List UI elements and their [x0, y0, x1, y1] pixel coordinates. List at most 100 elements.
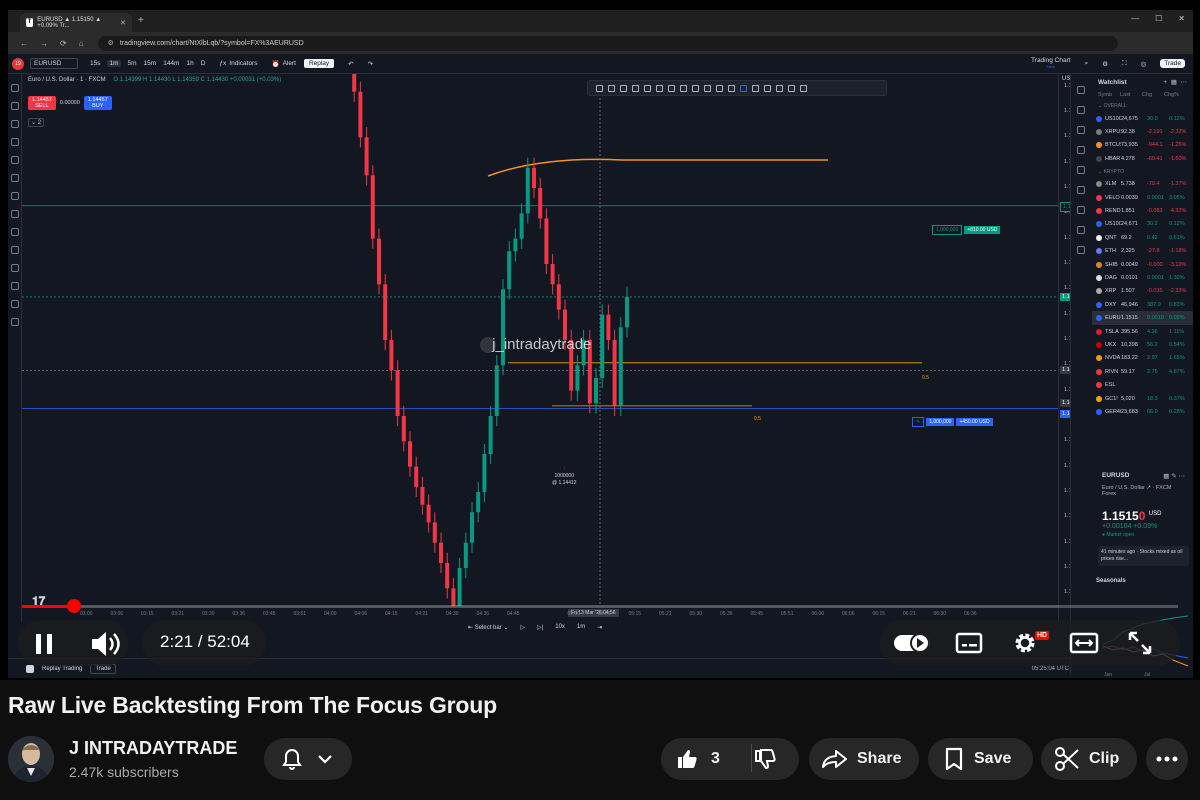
time-tick: 05:45: [750, 611, 764, 617]
time-tick: 04:30: [446, 611, 459, 617]
watchlist-last: 69.2: [1121, 234, 1132, 241]
candle-body: [501, 289, 505, 366]
watchlist-last: 46,946: [1121, 301, 1138, 308]
interval-1h: 1h: [186, 60, 194, 67]
chevron-down-icon: [318, 755, 332, 764]
watchlist-sym: UKX: [1105, 341, 1117, 348]
progress-bar[interactable]: [22, 605, 1178, 608]
watchlist-row: RIVN 59.17 2.75 4.87%: [1092, 365, 1193, 378]
candle-body: [507, 251, 512, 290]
symbol-logo-icon: [1096, 181, 1102, 188]
detail-price: 1.15150 USD: [1092, 509, 1193, 523]
dislike-button[interactable]: [751, 745, 779, 778]
forecast-tool-icon: [10, 156, 19, 164]
stop-loss-order: ✎ 1,000,000 +450.00 USD: [912, 417, 993, 427]
watchlist-sym: EURUSD: [1105, 315, 1121, 322]
pattern-tool-icon: [10, 138, 19, 146]
time-tick: 05:21: [659, 611, 672, 617]
watchlist-sym: DXY: [1105, 301, 1117, 308]
snapshot-icon: ◎: [1140, 60, 1147, 68]
pause-button[interactable]: [28, 628, 60, 660]
watchlist-last: 5.738: [1121, 181, 1135, 188]
hotlist-icon: [1076, 146, 1085, 154]
watchlist-col-header: Chg%: [1164, 92, 1179, 98]
detail-symbol-text: EURUSD: [1102, 472, 1130, 479]
pen-icon: [752, 84, 759, 92]
candle-body: [575, 365, 580, 391]
watchlist-last: 23,683: [1121, 408, 1138, 415]
symbol-logo-icon: [1096, 129, 1102, 136]
candle-body: [519, 213, 524, 239]
watermark-text: j_intradaytrade: [492, 336, 592, 353]
progress-scrubber[interactable]: [67, 599, 82, 613]
time-tick: 04:36: [476, 611, 490, 617]
time-tick: 04:21: [415, 611, 429, 617]
chart-symbol-header: Euro / U.S. Dollar · 1 · FXCM O 1.14399 …: [28, 77, 281, 83]
sl-value: +450.00 USD: [956, 418, 993, 426]
tv-trade-button: Trade: [1160, 59, 1185, 68]
fib-level-label-1: 0.5: [922, 375, 929, 381]
symbol-logo-icon: [1096, 395, 1102, 402]
time-tick: 04:45: [507, 611, 520, 617]
share-button[interactable]: Share: [809, 738, 919, 780]
fullscreen-button[interactable]: [1122, 628, 1158, 658]
more-actions-button[interactable]: [1146, 738, 1188, 780]
symbol-logo-icon: [1096, 208, 1102, 215]
time-tick: 05:36: [720, 611, 733, 617]
symbol-logo-icon: [1096, 194, 1102, 201]
candle-body: [377, 238, 381, 285]
watchlist-row: US100 24,675 30.0 0.12%: [1092, 112, 1193, 125]
data-window-icon: [1076, 126, 1085, 134]
interval-144m: 144m: [163, 60, 180, 67]
scissors-icon: [1055, 747, 1079, 771]
watchlist-chp: 0.61%: [1169, 234, 1185, 241]
watchlist-row: DAG 0.0101 0.0001 1.30%: [1092, 271, 1193, 284]
symbol-logo-icon: [1096, 288, 1102, 295]
like-button[interactable]: 3: [675, 747, 720, 771]
autoplay-toggle[interactable]: [890, 628, 934, 658]
symbol-logo-icon: [1096, 408, 1102, 415]
watchlist-chg: -0.000: [1147, 261, 1163, 268]
clip-label: Clip: [1089, 750, 1120, 767]
tv-drawing-tools: [8, 74, 22, 622]
video-player[interactable]: T EURUSD ▲ 1.15150 ▲ +0.09% Tr... ✕ + — …: [0, 0, 1200, 680]
candle-body: [420, 486, 425, 505]
detail-tools: ▦ ✎ ⋯: [1163, 473, 1185, 480]
seasonals-title: Seasonals: [1096, 578, 1126, 584]
like-dislike-group: 3: [661, 738, 799, 780]
volume-button[interactable]: [88, 626, 124, 662]
select-bar-icon: ⇤: [468, 624, 474, 631]
watchlist-sym: XLM: [1105, 181, 1117, 188]
browser-address-bar: ← → ⟳ ⌂ ⚙ tradingview.com/chart/NtXlbLqb…: [8, 32, 1193, 68]
subtitles-button[interactable]: [952, 628, 986, 658]
time-axis: Fri 13 Mar '26 04:56 03:00 03:06 03:15 03:2…: [22, 606, 1058, 620]
interval-1m: 1m: [107, 60, 121, 67]
theater-mode-button[interactable]: [1066, 628, 1102, 658]
channel-name[interactable]: J INTRADAYTRADE: [69, 738, 237, 759]
clip-button[interactable]: Clip: [1041, 738, 1137, 780]
notification-bell-button[interactable]: [264, 738, 352, 780]
settings-icon: ⚙: [1102, 60, 1109, 68]
save-button[interactable]: Save: [928, 738, 1033, 780]
watchlist-sym: RENDER: [1105, 208, 1121, 215]
symbol-name: Euro / U.S. Dollar · 1 · FXCM: [28, 77, 106, 83]
crosshair-tool-icon: [10, 84, 19, 92]
watchlist-chp: -1.26%: [1169, 142, 1187, 149]
replay-controls: ⇤ Select bar ⌄ ▷ ▷| 10x 1m ⇥: [468, 620, 602, 634]
symbol-logo-icon: [1096, 248, 1102, 255]
watchlist-last: 0.0049: [1121, 261, 1138, 268]
channel-avatar[interactable]: [8, 736, 54, 782]
tv-alert-label: Alert: [282, 60, 296, 67]
thumbs-down-icon: [755, 749, 776, 770]
watchlist-sym: BTCUSD: [1105, 142, 1121, 149]
watchlist-chg: 387.9: [1147, 301, 1161, 308]
time-tick: 06:21: [903, 611, 916, 617]
lines-icon: [596, 84, 603, 92]
entry-arrow-icon: ↑: [563, 466, 566, 472]
candle-body: [544, 218, 549, 264]
redo-icon: ↷: [367, 60, 374, 68]
pause-icon: [36, 634, 52, 654]
watchlist-sym: QNT: [1105, 234, 1117, 241]
watchlist-sym: XRPUSD: [1105, 129, 1121, 136]
tv-top-right: Trading Chart Save ⌕ ⚙ ⛶ ◎ Trade: [1031, 57, 1193, 70]
